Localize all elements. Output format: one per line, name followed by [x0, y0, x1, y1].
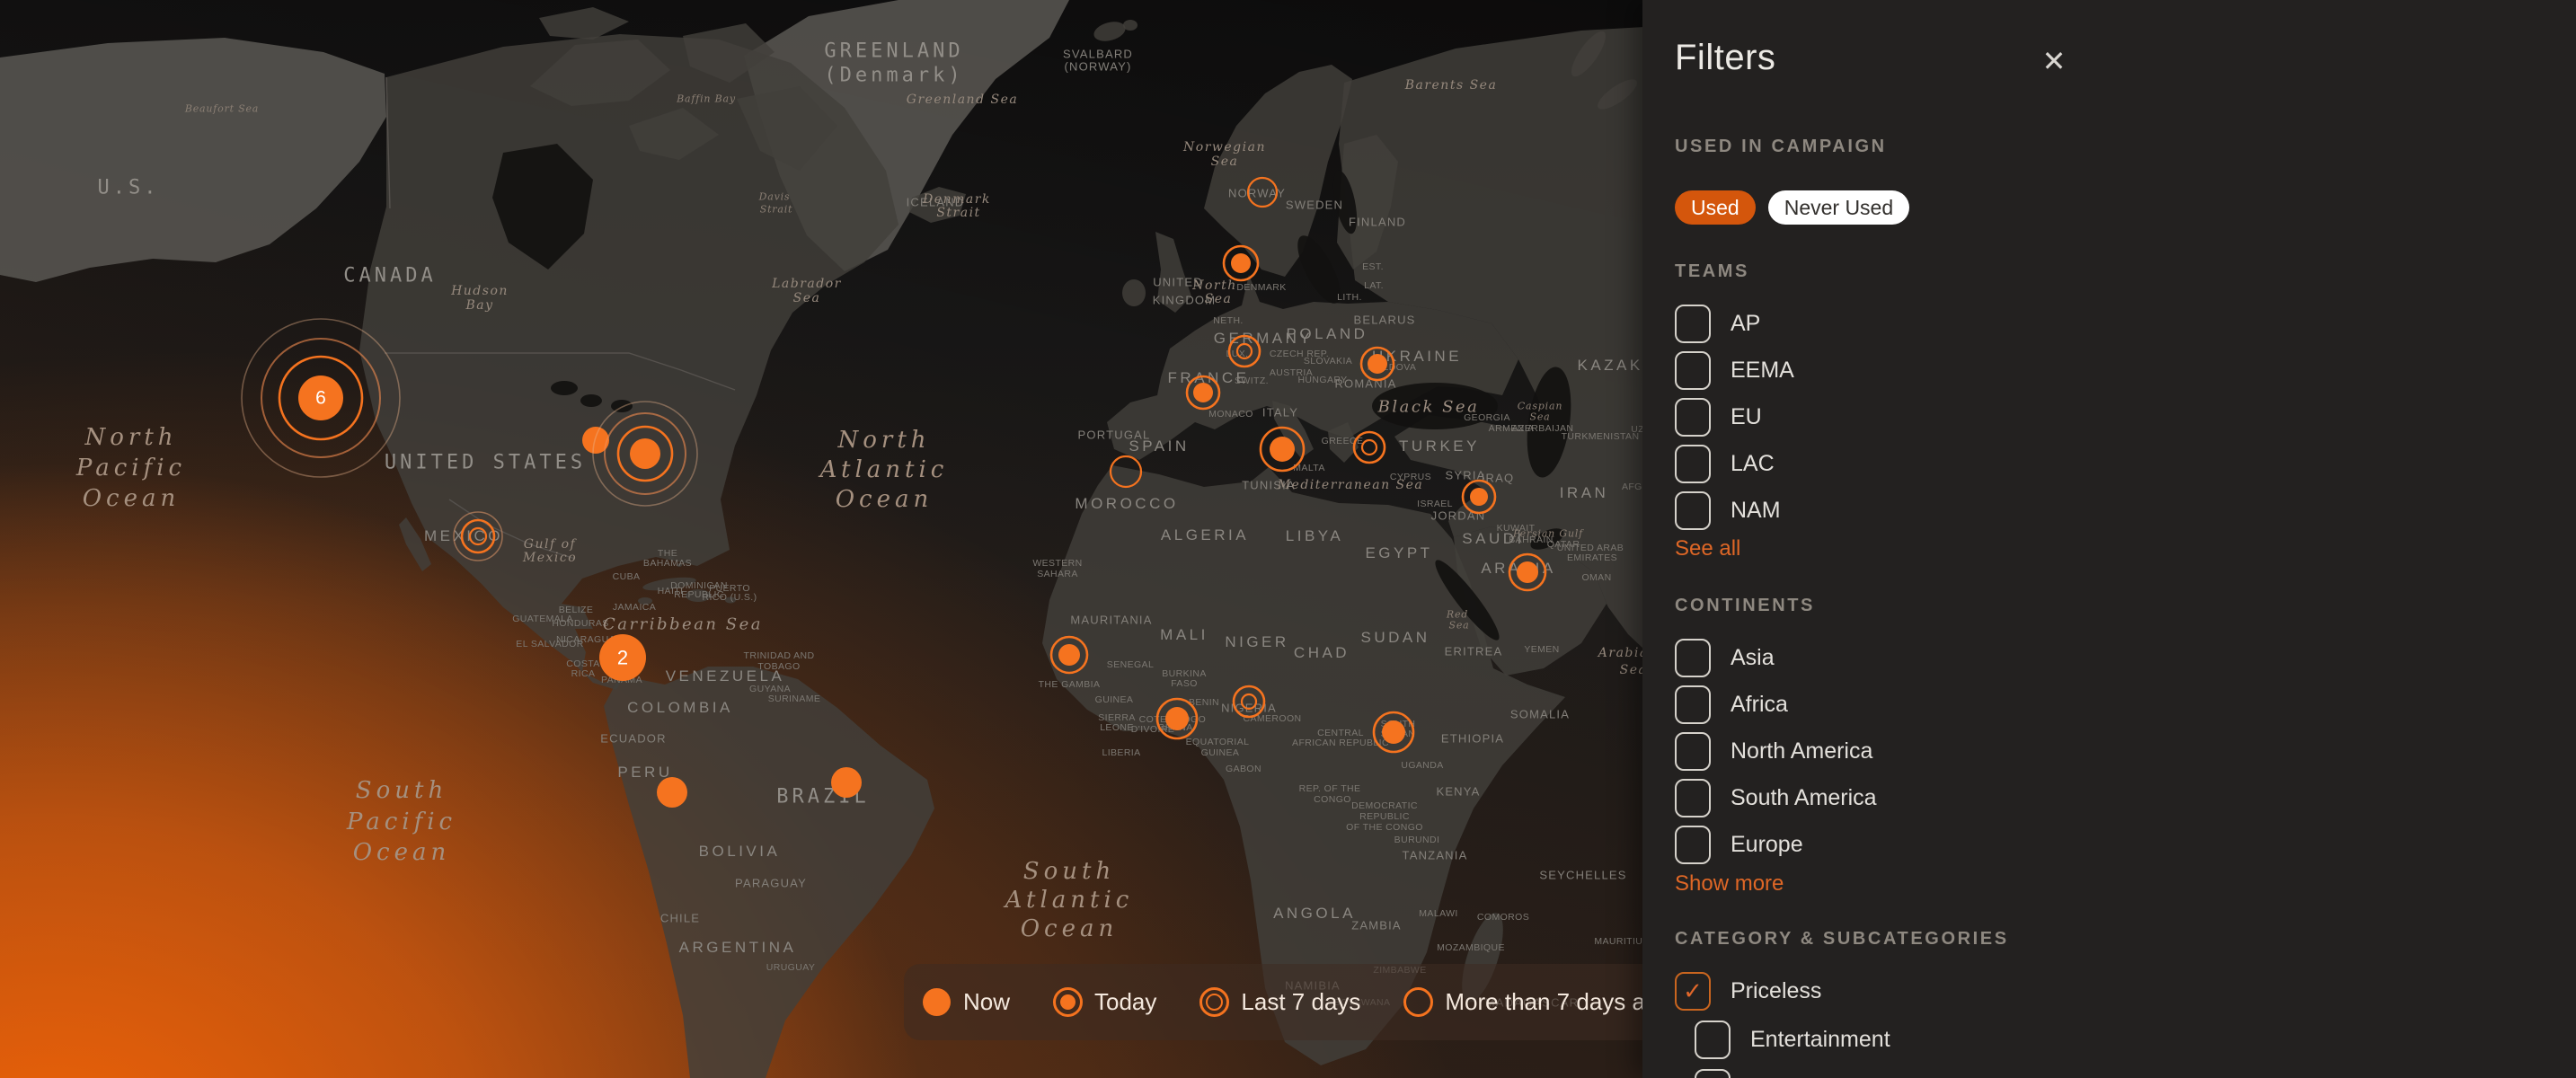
checkbox-label: EEMA: [1731, 358, 1794, 384]
checkbox-label: AP: [1731, 311, 1760, 337]
legend-label: More than 7 days ago: [1445, 988, 1661, 1016]
legend-item-now: Now: [922, 987, 1010, 1017]
checkbox-box: [1675, 398, 1711, 437]
map-marker-cluster[interactable]: 2: [599, 634, 646, 681]
checkbox-priceless[interactable]: ✓ Priceless: [1675, 967, 1890, 1015]
checkbox-asia[interactable]: Asia: [1675, 634, 1877, 681]
legend-label: Now: [963, 988, 1010, 1016]
svg-text:2: 2: [617, 647, 628, 669]
campaign-map-screen: GREENLAND(Denmark)U.S.CANADAUNITED STATE…: [0, 0, 2576, 1078]
checkbox-africa[interactable]: Africa: [1675, 681, 1877, 728]
checkbox-nam[interactable]: NAM: [1675, 487, 1794, 534]
section-teams: TEAMS: [1675, 261, 1749, 282]
checkbox-box: [1695, 1069, 1731, 1078]
checkbox-box: [1675, 779, 1711, 817]
checkbox-label: Europe: [1731, 832, 1803, 858]
used-toggle-group: Used Never Used: [1675, 190, 1909, 225]
filters-panel: Filters ✕ USED IN CAMPAIGN Used Never Use…: [1642, 0, 2576, 1078]
show-more-link[interactable]: Show more: [1675, 871, 1784, 897]
checkbox-label: NAM: [1731, 498, 1781, 524]
teams-checkbox-list: AP EEMA EU LAC NAM: [1675, 300, 1794, 534]
close-icon[interactable]: ✕: [2036, 43, 2072, 79]
checkbox-label: Africa: [1731, 692, 1788, 718]
checkbox-label: Entertainment: [1750, 1027, 1890, 1053]
legend-label: Today: [1094, 988, 1156, 1016]
checkbox-box: [1675, 685, 1711, 724]
checkbox-eu[interactable]: EU: [1675, 393, 1794, 440]
legend-today-icon: [1053, 987, 1083, 1017]
filter-pill-never-used[interactable]: Never Used: [1768, 190, 1909, 225]
checkbox-entertainment[interactable]: Entertainment: [1695, 1015, 1890, 1064]
checkbox-label: EU: [1731, 404, 1762, 430]
checkbox-unlabeled[interactable]: [1695, 1064, 1890, 1078]
checkbox-box: [1675, 639, 1711, 677]
checkbox-label: South America: [1731, 785, 1877, 811]
checkbox-box: [1675, 491, 1711, 530]
legend-label: Last 7 days: [1241, 988, 1360, 1016]
map-marker-now[interactable]: [657, 777, 687, 808]
checkbox-europe[interactable]: Europe: [1675, 821, 1877, 868]
checkbox-label: LAC: [1731, 451, 1775, 477]
checkbox-box: [1675, 445, 1711, 483]
check-icon: ✓: [1683, 979, 1703, 1003]
map-marker-now[interactable]: [831, 767, 862, 798]
checkbox-box: [1675, 826, 1711, 864]
checkbox-label: Asia: [1731, 645, 1775, 671]
legend-item-last7: Last 7 days: [1199, 987, 1360, 1017]
checkbox-box: ✓: [1675, 972, 1711, 1011]
legend-now-icon: [922, 987, 952, 1017]
checkbox-eema[interactable]: EEMA: [1675, 347, 1794, 393]
legend-more7-icon: [1403, 987, 1433, 1017]
section-continents: CONTINENTS: [1675, 596, 1815, 616]
checkbox-ap[interactable]: AP: [1675, 300, 1794, 347]
checkbox-south-america[interactable]: South America: [1675, 774, 1877, 821]
svg-text:6: 6: [315, 388, 326, 409]
checkbox-box: [1695, 1021, 1731, 1059]
map-legend: Now Today Last 7 days More than 7 days ago: [904, 964, 1661, 1040]
panel-title: Filters: [1675, 38, 1775, 78]
checkbox-label: Priceless: [1731, 978, 1821, 1004]
see-all-link[interactable]: See all: [1675, 536, 1740, 561]
filter-pill-used[interactable]: Used: [1675, 190, 1756, 225]
legend-item-today: Today: [1053, 987, 1156, 1017]
checkbox-label: North America: [1731, 738, 1872, 764]
category-checkbox-list: ✓ Priceless Entertainment: [1675, 967, 1890, 1078]
section-category-subcategories: CATEGORY & SUBCATEGORIES: [1675, 929, 2009, 950]
checkbox-lac[interactable]: LAC: [1675, 440, 1794, 487]
checkbox-box: [1675, 305, 1711, 343]
section-used-in-campaign: USED IN CAMPAIGN: [1675, 137, 1887, 157]
checkbox-north-america[interactable]: North America: [1675, 728, 1877, 774]
checkbox-box: [1675, 732, 1711, 771]
legend-item-more7: More than 7 days ago: [1403, 987, 1661, 1017]
legend-last7-icon: [1199, 987, 1229, 1017]
checkbox-box: [1675, 351, 1711, 390]
continents-checkbox-list: Asia Africa North America South America Euro…: [1675, 634, 1877, 868]
